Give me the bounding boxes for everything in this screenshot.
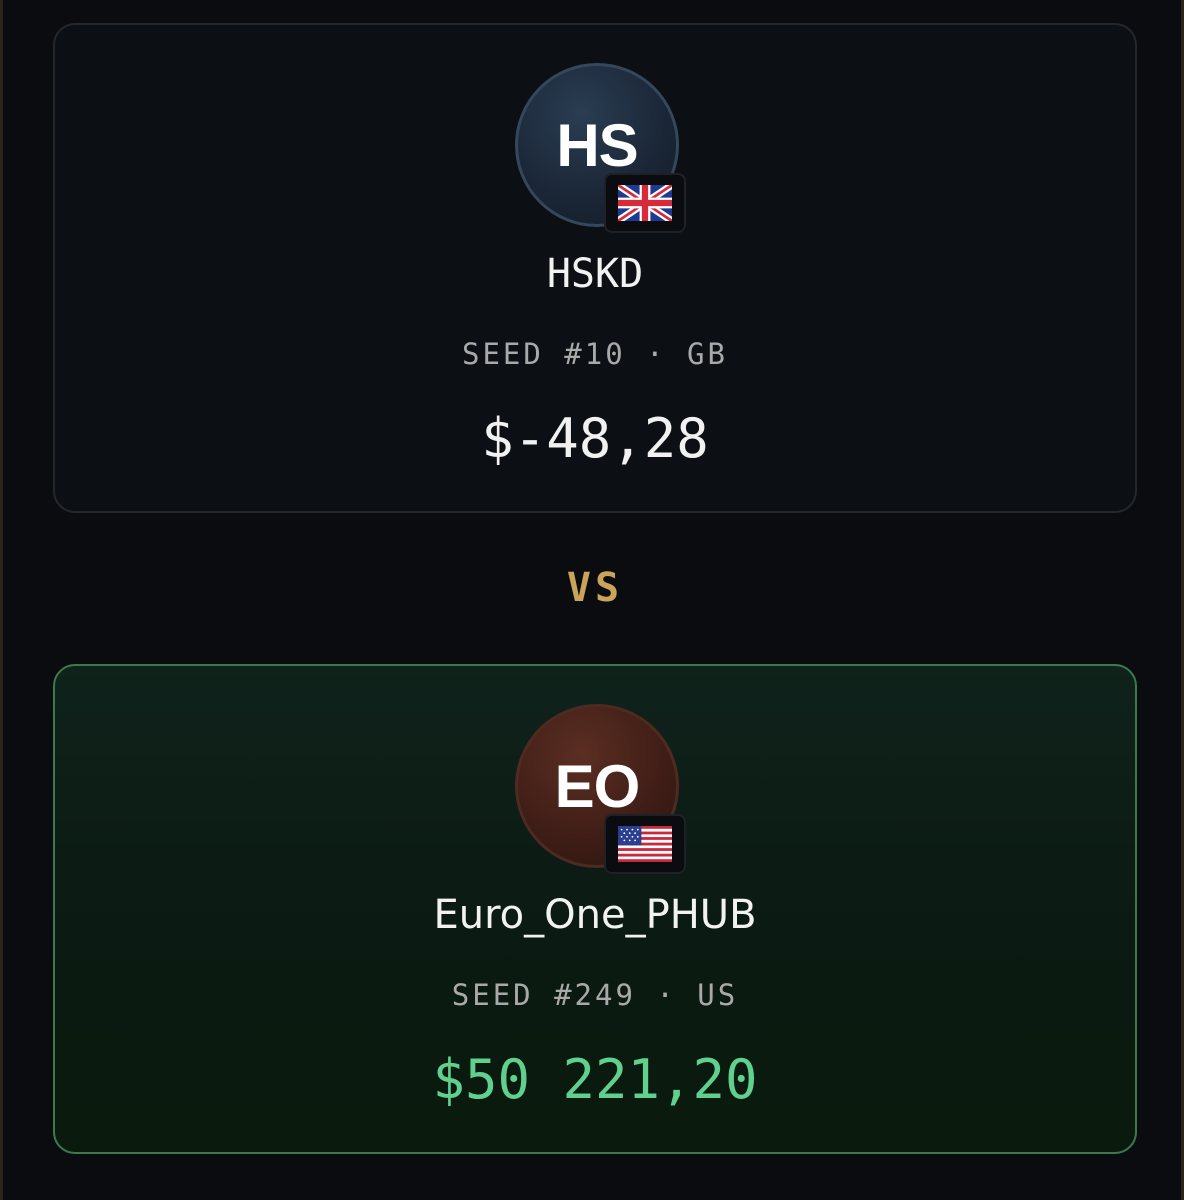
player-seed-country: SEED #249 · US [451, 978, 739, 1012]
vs-label: VS [566, 565, 624, 611]
player-name: Euro_One_PHUB [433, 892, 757, 938]
flag-badge [604, 173, 686, 233]
matchup-panel: HS HSKD SEED #10 · GB $-48,28 VS EO Euro… [0, 0, 1184, 1200]
flag-badge [604, 814, 686, 874]
avatar-container: HS [515, 63, 686, 233]
avatar-container: EO [515, 704, 686, 874]
player-amount: $-48,28 [481, 407, 709, 470]
player-name: HSKD [546, 251, 644, 297]
us-flag-icon [618, 826, 672, 862]
player-amount: $50 221,20 [432, 1048, 758, 1111]
player-seed-country: SEED #10 · GB [462, 337, 728, 371]
player-card-2[interactable]: EO Euro_One_PHUB SEED #249 · US $50 221,… [53, 664, 1137, 1154]
player-card-1[interactable]: HS HSKD SEED #10 · GB $-48,28 [53, 23, 1137, 513]
gb-flag-icon [618, 185, 672, 221]
